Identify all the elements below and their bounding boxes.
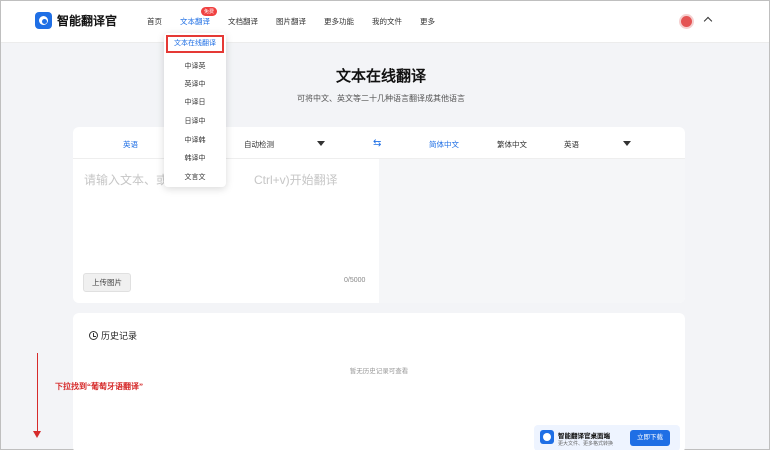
logo[interactable]: 智能翻译官 <box>35 12 117 29</box>
dropdown-item[interactable]: 中译韩 <box>164 135 226 145</box>
nav-item-label: 文本翻译 <box>180 17 210 26</box>
nav-item-more-features[interactable]: 更多功能 <box>324 16 354 27</box>
text-translate-dropdown: 文本在线翻译 中译英 英译中 中译日 日译中 中译韩 韩译中 文言文 <box>164 33 226 187</box>
download-subtitle: 更大文件、更多格式转换 <box>558 441 614 447</box>
nav-item-image-translate[interactable]: 图片翻译 <box>276 16 306 27</box>
target-dropdown-icon[interactable] <box>623 141 631 146</box>
dropdown-item[interactable]: 中译日 <box>164 97 226 107</box>
annotation-text: 下拉找到“葡萄牙语翻译” <box>55 382 143 391</box>
dropdown-item[interactable]: 文言文 <box>164 172 226 182</box>
placeholder-head: 请输入文本、或 <box>84 173 169 187</box>
history-clock-icon <box>89 331 98 340</box>
history-title: 历史记录 <box>101 331 138 341</box>
target-lang-traditional[interactable]: 繁体中文 <box>497 139 527 150</box>
placeholder-tail: Ctrl+v)开始翻译 <box>254 173 338 187</box>
app-name: 智能翻译官 <box>57 14 118 28</box>
swap-languages-icon[interactable]: ⇆ <box>373 138 381 149</box>
nav-item-text-translate[interactable]: 文本翻译 免费 <box>180 7 218 27</box>
nav-item-more[interactable]: 更多 <box>420 16 435 27</box>
chevron-up-icon[interactable] <box>703 16 713 26</box>
scroll-down-arrow <box>37 353 38 433</box>
history-heading: 历史记录 <box>89 329 137 342</box>
avatar[interactable] <box>679 14 694 29</box>
dropdown-item-text-online[interactable]: 文本在线翻译 <box>166 35 224 53</box>
target-lang-english[interactable]: 英语 <box>564 139 579 150</box>
page-title: 文本在线翻译 <box>335 68 426 85</box>
desktop-app-icon <box>540 430 554 444</box>
source-lang-english[interactable]: 英语 <box>123 139 138 150</box>
auto-detect-select[interactable]: 自动检测 <box>244 139 274 150</box>
source-text-area[interactable]: 请输入文本、或 Ctrl+v)开始翻译 上传图片 0/5000 <box>73 159 379 303</box>
history-empty-text: 暂无历史记录可查看 <box>349 368 409 375</box>
dropdown-item[interactable]: 英译中 <box>164 79 226 89</box>
char-counter: 0/5000 <box>344 277 366 284</box>
download-title: 智能翻译官桌面端 <box>558 433 610 440</box>
app-logo-icon <box>35 12 52 29</box>
dropdown-item[interactable]: 日译中 <box>164 116 226 126</box>
target-text-area <box>379 159 685 303</box>
dropdown-item[interactable]: 中译英 <box>164 61 226 71</box>
top-navbar: 智能翻译官 首页 文本翻译 免费 文档翻译 图片翻译 更多功能 我的文件 更多 <box>1 1 769 43</box>
desktop-download-banner: 智能翻译官桌面端 更大文件、更多格式转换 立即下载 <box>534 425 680 450</box>
page-subtitle: 可将中文、英文等二十几种语言翻译成其他语言 <box>297 94 465 103</box>
nav-item-my-files[interactable]: 我的文件 <box>372 16 402 27</box>
arrow-down-icon <box>33 431 41 438</box>
target-lang-simplified[interactable]: 简体中文 <box>429 139 459 150</box>
nav-item-doc-translate[interactable]: 文档翻译 <box>228 16 258 27</box>
dropdown-item[interactable]: 韩译中 <box>164 153 226 163</box>
main-nav: 首页 文本翻译 免费 文档翻译 图片翻译 更多功能 我的文件 更多 <box>147 7 453 27</box>
download-now-button[interactable]: 立即下载 <box>630 430 670 446</box>
nav-item-home[interactable]: 首页 <box>147 16 162 27</box>
upload-image-button[interactable]: 上传图片 <box>83 273 131 292</box>
source-dropdown-icon[interactable] <box>317 141 325 146</box>
free-badge: 免费 <box>201 7 218 16</box>
